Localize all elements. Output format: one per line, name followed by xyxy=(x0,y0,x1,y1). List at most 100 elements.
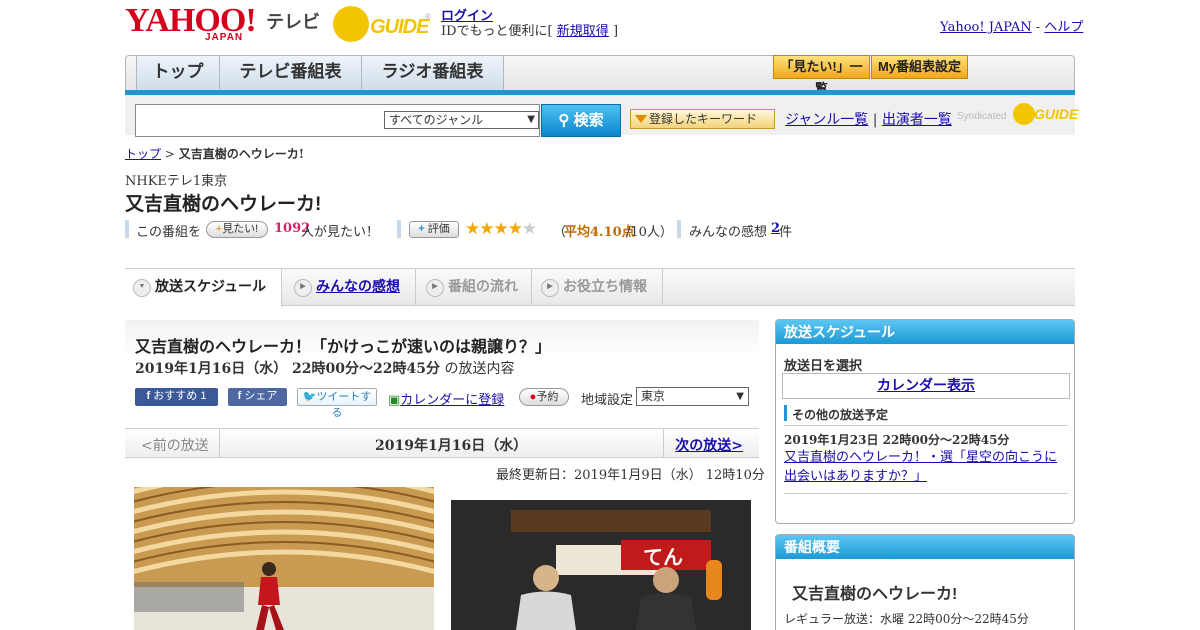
login-sub-prefix: IDでもっと便利に[ xyxy=(441,24,553,39)
running-scene-illustration xyxy=(134,487,434,630)
login-sub-suffix: ] xyxy=(612,24,619,39)
tab-top[interactable]: トップ xyxy=(136,56,220,90)
register-link[interactable]: 新規取得 xyxy=(557,24,609,39)
breadcrumb-separator: > xyxy=(164,147,175,161)
genre-select-value: すべてのジャンル xyxy=(389,113,484,127)
episode-photo-food-stall: てん xyxy=(451,500,751,630)
region-label: 地域設定 xyxy=(581,393,634,408)
want-button-label: 見たい! xyxy=(222,223,259,235)
facebook-share-button[interactable]: f シェア xyxy=(228,388,287,406)
registered-keywords-button[interactable]: 登録したキーワード xyxy=(630,109,775,129)
select-date-label: 放送日を選択 xyxy=(784,359,863,374)
login-sub-text: IDでもっと便利に[ 新規取得 ] xyxy=(441,20,618,39)
tab-everyone-reviews[interactable]: みんなの感想 xyxy=(286,269,416,305)
episode-nav-divider xyxy=(663,429,664,457)
my-schedule-button[interactable]: My番組表設定 xyxy=(871,55,968,79)
chevron-down-icon: ▼ xyxy=(736,391,744,402)
gguide-logo[interactable]: G GUIDE ® xyxy=(333,6,433,42)
tab-broadcast-schedule[interactable]: 放送スケジュール xyxy=(125,269,282,307)
twitter-bird-icon: 🐦 xyxy=(302,391,317,403)
other-broadcast-link[interactable]: 又吉直樹のヘウレーカ！・選「星空の向こうに出会いはありますか？」 xyxy=(784,448,1066,486)
want-prefix: この番組を xyxy=(136,225,202,240)
search-icon: ⚲ xyxy=(558,112,570,129)
genre-select[interactable]: すべてのジャンル ▼ xyxy=(384,111,539,129)
help-link[interactable]: ヘルプ xyxy=(1044,20,1083,35)
star-empty-icon: ★ xyxy=(521,219,537,239)
last-updated: 最終更新日：2019年1月9日（水） 12時10分 xyxy=(496,468,765,483)
page-title: 又吉直樹のヘウレーカ! xyxy=(125,194,322,215)
search-button[interactable]: ⚲ 検索 xyxy=(541,104,621,137)
reserve-button[interactable]: ●予約 xyxy=(519,388,569,406)
station-label: NHKEテレ1東京 xyxy=(125,174,228,189)
search-links: ジャンル一覧 | 出演者一覧 xyxy=(785,109,952,129)
tweet-button[interactable]: 🐦ツイートする xyxy=(297,388,377,419)
other-broadcasts-heading: その他の放送予定 xyxy=(792,408,889,422)
stall-sign-text: てん xyxy=(643,545,683,569)
tab-radio-schedule[interactable]: ラジオ番組表 xyxy=(362,56,504,90)
star-filled-icon: ★★★★ xyxy=(465,219,523,239)
schedule-panel: 放送スケジュール 放送日を選択 カレンダー表示 その他の放送予定 2019年1月… xyxy=(775,319,1075,524)
facebook-icon: f xyxy=(146,390,151,402)
rating-stars: ★★★★★ xyxy=(465,219,537,239)
top-links: Yahoo! JAPAN - ヘルプ xyxy=(940,16,1083,35)
search-button-label: 検索 xyxy=(573,112,604,129)
episode-date-line: 2019年1月16日（水） 22時00分～22時45分 の放送内容 xyxy=(135,358,514,378)
chevron-down-icon: ▼ xyxy=(527,114,535,125)
logo-main-text: YAHOO! xyxy=(125,2,257,39)
calendar-view-box: カレンダー表示 xyxy=(782,373,1070,399)
want-to-watch-button[interactable]: +見たい! xyxy=(206,221,268,238)
add-to-calendar-link[interactable]: ▣カレンダーに登録 xyxy=(388,389,504,408)
stats-separator xyxy=(397,220,401,238)
rate-button[interactable]: + 評価 xyxy=(409,221,459,238)
stats-separator xyxy=(125,220,129,238)
gguide-small-logo: GUIDE xyxy=(1012,102,1078,126)
previous-broadcast-link[interactable]: <前の放送 xyxy=(141,435,209,455)
top-links-separator: - xyxy=(1035,20,1041,35)
episode-photo-running xyxy=(134,487,434,630)
program-subtabs: 放送スケジュール みんなの感想 番組の流れ お役立ち情報 xyxy=(125,268,1075,307)
logo-sub-text: JAPAN xyxy=(205,32,244,43)
calendar-plus-icon: ▣ xyxy=(388,393,401,408)
syndicated-label: Syndicated xyxy=(957,111,1007,122)
episode-title: 又吉直樹のヘウレーカ！「かけっこが速いのは親譲り？」 xyxy=(135,339,552,356)
facebook-icon: f xyxy=(237,390,242,402)
reserve-label: 予約 xyxy=(536,391,559,403)
plus-icon: + xyxy=(418,223,425,235)
gguide-registered-mark: ® xyxy=(425,12,431,21)
genre-list-link[interactable]: ジャンル一覧 xyxy=(785,112,868,128)
episode-date-suffix: の放送内容 xyxy=(444,361,515,377)
calendar-view-link[interactable]: カレンダー表示 xyxy=(877,378,975,394)
yahoo-japan-link[interactable]: Yahoo! JAPAN xyxy=(940,20,1032,35)
tv-service-label: テレビ xyxy=(266,12,320,32)
gguide-text: G GUIDE xyxy=(351,16,429,38)
add-to-calendar-label: カレンダーに登録 xyxy=(400,393,505,408)
food-stall-scene-illustration: てん xyxy=(451,500,751,630)
breadcrumb: トップ > 又吉直樹のヘウレーカ! xyxy=(125,145,304,162)
section-marker xyxy=(784,405,787,421)
fb-recommend-count: 1 xyxy=(200,390,207,402)
rate-button-label: 評価 xyxy=(427,223,450,235)
tweet-label: ツイートする xyxy=(316,391,372,419)
breadcrumb-top-link[interactable]: トップ xyxy=(125,147,161,161)
rating-average: 平均4.10点 xyxy=(564,225,635,240)
episode-navigation: <前の放送 2019年1月16日（水） 次の放送> xyxy=(125,428,759,458)
reviews-label: みんなの感想 xyxy=(689,225,768,240)
performer-list-link[interactable]: 出演者一覧 xyxy=(882,112,952,128)
summary-regular-broadcast: レギュラー放送：水曜 22時00分～22時45分 xyxy=(784,612,1029,626)
want-list-button[interactable]: 「見たい!」一覧 xyxy=(773,55,870,96)
tab-useful-info[interactable]: お役立ち情報 xyxy=(533,269,663,305)
divider xyxy=(784,425,1068,426)
region-select[interactable]: 東京 ▼ xyxy=(636,387,749,406)
facebook-recommend-button[interactable]: f おすすめ 1 xyxy=(135,388,218,406)
tab-program-flow[interactable]: 番組の流れ xyxy=(418,269,532,305)
program-summary-title: 番組概要 xyxy=(776,535,1074,559)
program-summary-panel: 番組概要 又吉直樹のヘウレーカ! レギュラー放送：水曜 22時00分～22時45… xyxy=(775,534,1075,630)
yahoo-japan-logo[interactable]: YAHOO! JAPAN xyxy=(125,2,265,44)
episode-date: 2019年1月16日（水） 22時00分～22時45分 xyxy=(135,361,440,377)
program-stats: この番組を +見たい! 1092 人が見たい！ + 評価 ★★★★★ （ 平均4… xyxy=(125,219,1075,242)
tab-reviews-link[interactable]: みんなの感想 xyxy=(316,278,400,294)
tab-tv-schedule[interactable]: テレビ番組表 xyxy=(220,56,362,90)
region-select-value: 東京 xyxy=(641,389,666,403)
next-broadcast-link[interactable]: 次の放送> xyxy=(675,435,743,455)
divider xyxy=(784,493,1068,494)
